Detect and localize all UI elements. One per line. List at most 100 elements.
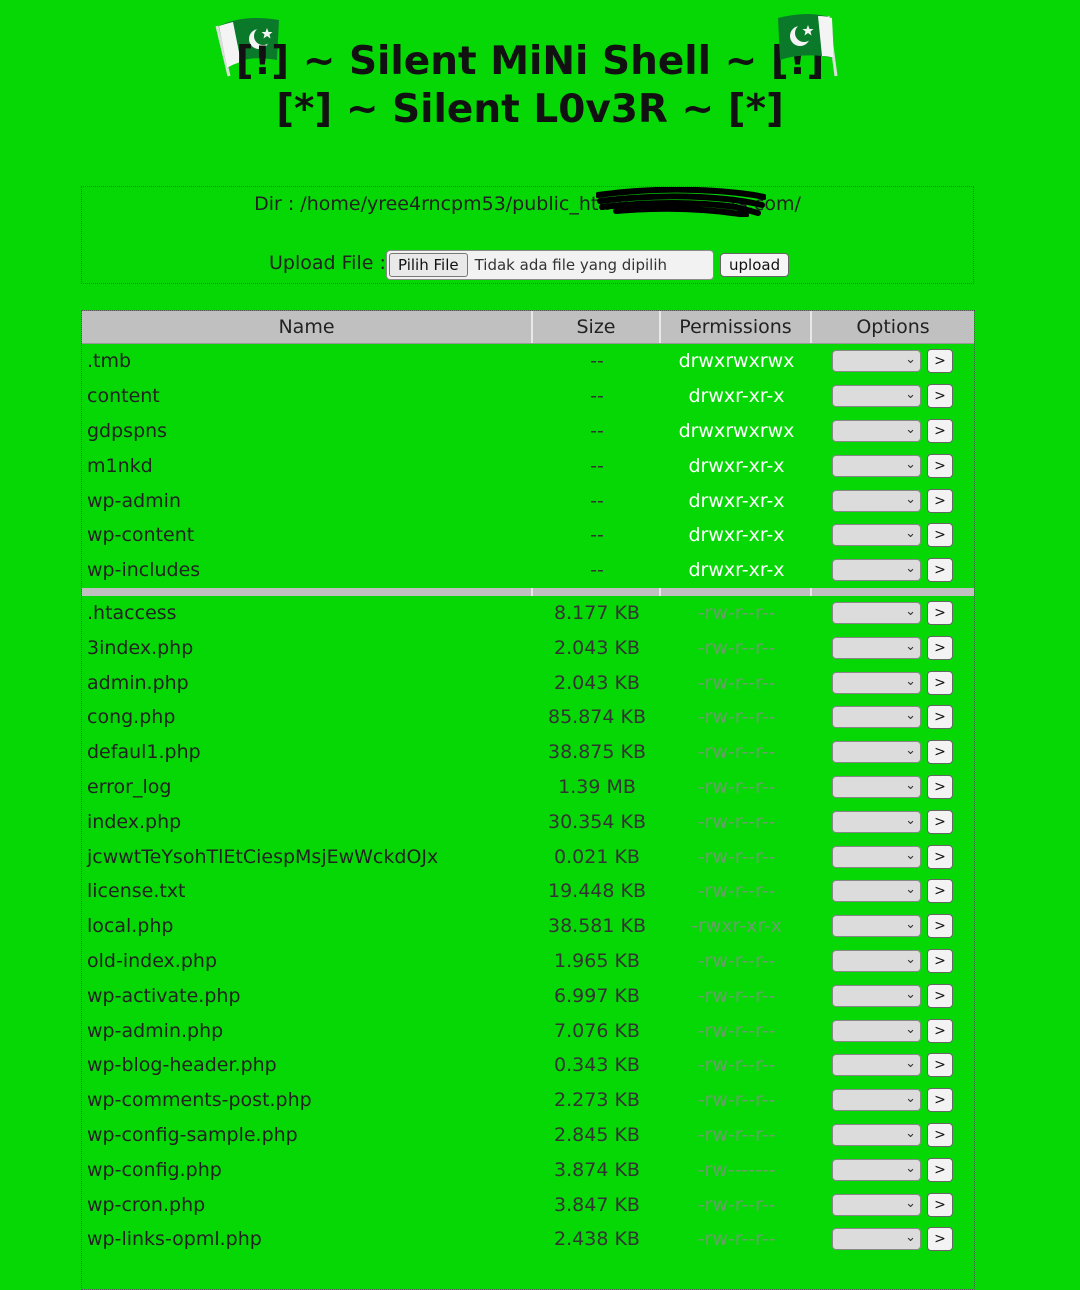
options-select[interactable]: ⌄ xyxy=(832,636,921,659)
go-button[interactable]: > xyxy=(927,1157,953,1182)
options-select[interactable]: ⌄ xyxy=(832,350,921,373)
upload-button[interactable]: upload xyxy=(720,253,790,277)
directory-name-link[interactable]: .tmb xyxy=(82,350,533,372)
directory-path-link[interactable]: /home/yree4rncpm53/public_html/ xyxy=(300,193,628,215)
go-button[interactable]: > xyxy=(927,1192,953,1217)
go-button[interactable]: > xyxy=(927,1018,953,1043)
go-button[interactable]: > xyxy=(927,809,953,834)
options-select[interactable]: ⌄ xyxy=(832,385,921,408)
file-row: error_log 1.39 MB -rw-r--r-- ⌄ > xyxy=(82,770,974,805)
file-name-link[interactable]: defaul1.php xyxy=(82,741,533,763)
file-name-link[interactable]: wp-admin.php xyxy=(82,1020,533,1042)
file-name-link[interactable]: wp-blog-header.php xyxy=(82,1054,533,1076)
size-value: 1.39 MB xyxy=(558,775,636,798)
size-value: 6.997 KB xyxy=(554,984,640,1007)
go-button[interactable]: > xyxy=(927,488,953,513)
file-name-link[interactable]: wp-config-sample.php xyxy=(82,1124,533,1146)
go-button[interactable]: > xyxy=(927,948,953,973)
file-name-link[interactable]: license.txt xyxy=(82,880,533,902)
options-select[interactable]: ⌄ xyxy=(832,489,921,512)
options-select[interactable]: ⌄ xyxy=(832,1089,921,1112)
file-name-link[interactable]: wp-config.php xyxy=(82,1159,533,1181)
size-value: -- xyxy=(590,559,604,582)
file-name-link[interactable]: wp-comments-post.php xyxy=(82,1089,533,1111)
options-select[interactable]: ⌄ xyxy=(832,1123,921,1146)
chevron-down-icon: ⌄ xyxy=(905,1195,916,1211)
directory-name-link[interactable]: wp-content xyxy=(82,524,533,546)
options-select[interactable]: ⌄ xyxy=(832,810,921,833)
go-button[interactable]: > xyxy=(927,844,953,869)
go-button[interactable]: > xyxy=(927,740,953,765)
options-cell: ⌄ > xyxy=(812,558,974,583)
options-cell: ⌄ > xyxy=(812,879,974,904)
file-name-link[interactable]: cong.php xyxy=(82,706,533,728)
file-name-link[interactable]: wp-links-opml.php xyxy=(82,1228,533,1250)
file-row: index.php 30.354 KB -rw-r--r-- ⌄ > xyxy=(82,804,974,839)
options-select[interactable]: ⌄ xyxy=(832,915,921,938)
file-name-link[interactable]: admin.php xyxy=(82,672,533,694)
go-button[interactable]: > xyxy=(927,879,953,904)
options-select[interactable]: ⌄ xyxy=(832,1158,921,1181)
options-select[interactable]: ⌄ xyxy=(832,1193,921,1216)
go-button[interactable]: > xyxy=(927,418,953,443)
options-select[interactable]: ⌄ xyxy=(832,741,921,764)
go-button[interactable]: > xyxy=(927,1053,953,1078)
options-select[interactable]: ⌄ xyxy=(832,949,921,972)
file-input[interactable]: Pilih File Tidak ada file yang dipilih xyxy=(386,250,714,280)
go-button[interactable]: > xyxy=(927,384,953,409)
options-select[interactable]: ⌄ xyxy=(832,706,921,729)
go-button[interactable]: > xyxy=(927,914,953,939)
file-name-link[interactable]: error_log xyxy=(82,776,533,798)
file-name-link[interactable]: wp-cron.php xyxy=(82,1194,533,1216)
options-select[interactable]: ⌄ xyxy=(832,984,921,1007)
options-select[interactable]: ⌄ xyxy=(832,454,921,477)
file-row: wp-blog-header.php 0.343 KB -rw-r--r-- ⌄ > xyxy=(82,1048,974,1083)
chevron-down-icon: ⌄ xyxy=(905,1021,916,1037)
options-select[interactable]: ⌄ xyxy=(832,880,921,903)
go-button[interactable]: > xyxy=(927,349,953,374)
directory-name-link[interactable]: wp-admin xyxy=(82,490,533,512)
go-button[interactable]: > xyxy=(927,558,953,583)
options-select[interactable]: ⌄ xyxy=(832,775,921,798)
go-button[interactable]: > xyxy=(927,1227,953,1252)
options-select[interactable]: ⌄ xyxy=(832,845,921,868)
go-button[interactable]: > xyxy=(927,670,953,695)
go-button[interactable]: > xyxy=(927,600,953,625)
directory-row: m1nkd -- drwxr-xr-x ⌄ > xyxy=(82,448,974,483)
go-button[interactable]: > xyxy=(927,1088,953,1113)
file-name-link[interactable]: jcwwtTeYsohTlEtCiespMsjEwWckdOJx xyxy=(82,846,533,868)
options-select[interactable]: ⌄ xyxy=(832,559,921,582)
options-select[interactable]: ⌄ xyxy=(832,1228,921,1251)
options-select[interactable]: ⌄ xyxy=(832,524,921,547)
options-select[interactable]: ⌄ xyxy=(832,419,921,442)
file-row: wp-comments-post.php 2.273 KB -rw-r--r-- ⌄ > xyxy=(82,1083,974,1118)
directory-name-link[interactable]: content xyxy=(82,385,533,407)
size-value: 1.965 KB xyxy=(554,949,640,972)
options-select[interactable]: ⌄ xyxy=(832,601,921,624)
go-button[interactable]: > xyxy=(927,774,953,799)
directory-name-link[interactable]: m1nkd xyxy=(82,455,533,477)
directory-name-link[interactable]: wp-includes xyxy=(82,559,533,581)
options-select[interactable]: ⌄ xyxy=(832,1054,921,1077)
file-name-link[interactable]: wp-activate.php xyxy=(82,985,533,1007)
permissions-value: drwxr-xr-x xyxy=(688,454,785,477)
options-select[interactable]: ⌄ xyxy=(832,1019,921,1042)
file-name-link[interactable]: index.php xyxy=(82,811,533,833)
chevron-down-icon: ⌄ xyxy=(905,1160,916,1176)
file-name-link[interactable]: old-index.php xyxy=(82,950,533,972)
directory-name-link[interactable]: gdpspns xyxy=(82,420,533,442)
file-name-link[interactable]: local.php xyxy=(82,915,533,937)
choose-file-button[interactable]: Pilih File xyxy=(389,253,468,277)
go-button[interactable]: > xyxy=(927,1122,953,1147)
options-cell: ⌄ > xyxy=(812,809,974,834)
file-name-link[interactable]: 3index.php xyxy=(82,637,533,659)
options-select[interactable]: ⌄ xyxy=(832,671,921,694)
size-value: 2.845 KB xyxy=(554,1123,640,1146)
permissions-value: -rw-r--r-- xyxy=(697,810,776,833)
go-button[interactable]: > xyxy=(927,523,953,548)
go-button[interactable]: > xyxy=(927,635,953,660)
go-button[interactable]: > xyxy=(927,705,953,730)
file-name-link[interactable]: .htaccess xyxy=(82,602,533,624)
go-button[interactable]: > xyxy=(927,453,953,478)
go-button[interactable]: > xyxy=(927,983,953,1008)
